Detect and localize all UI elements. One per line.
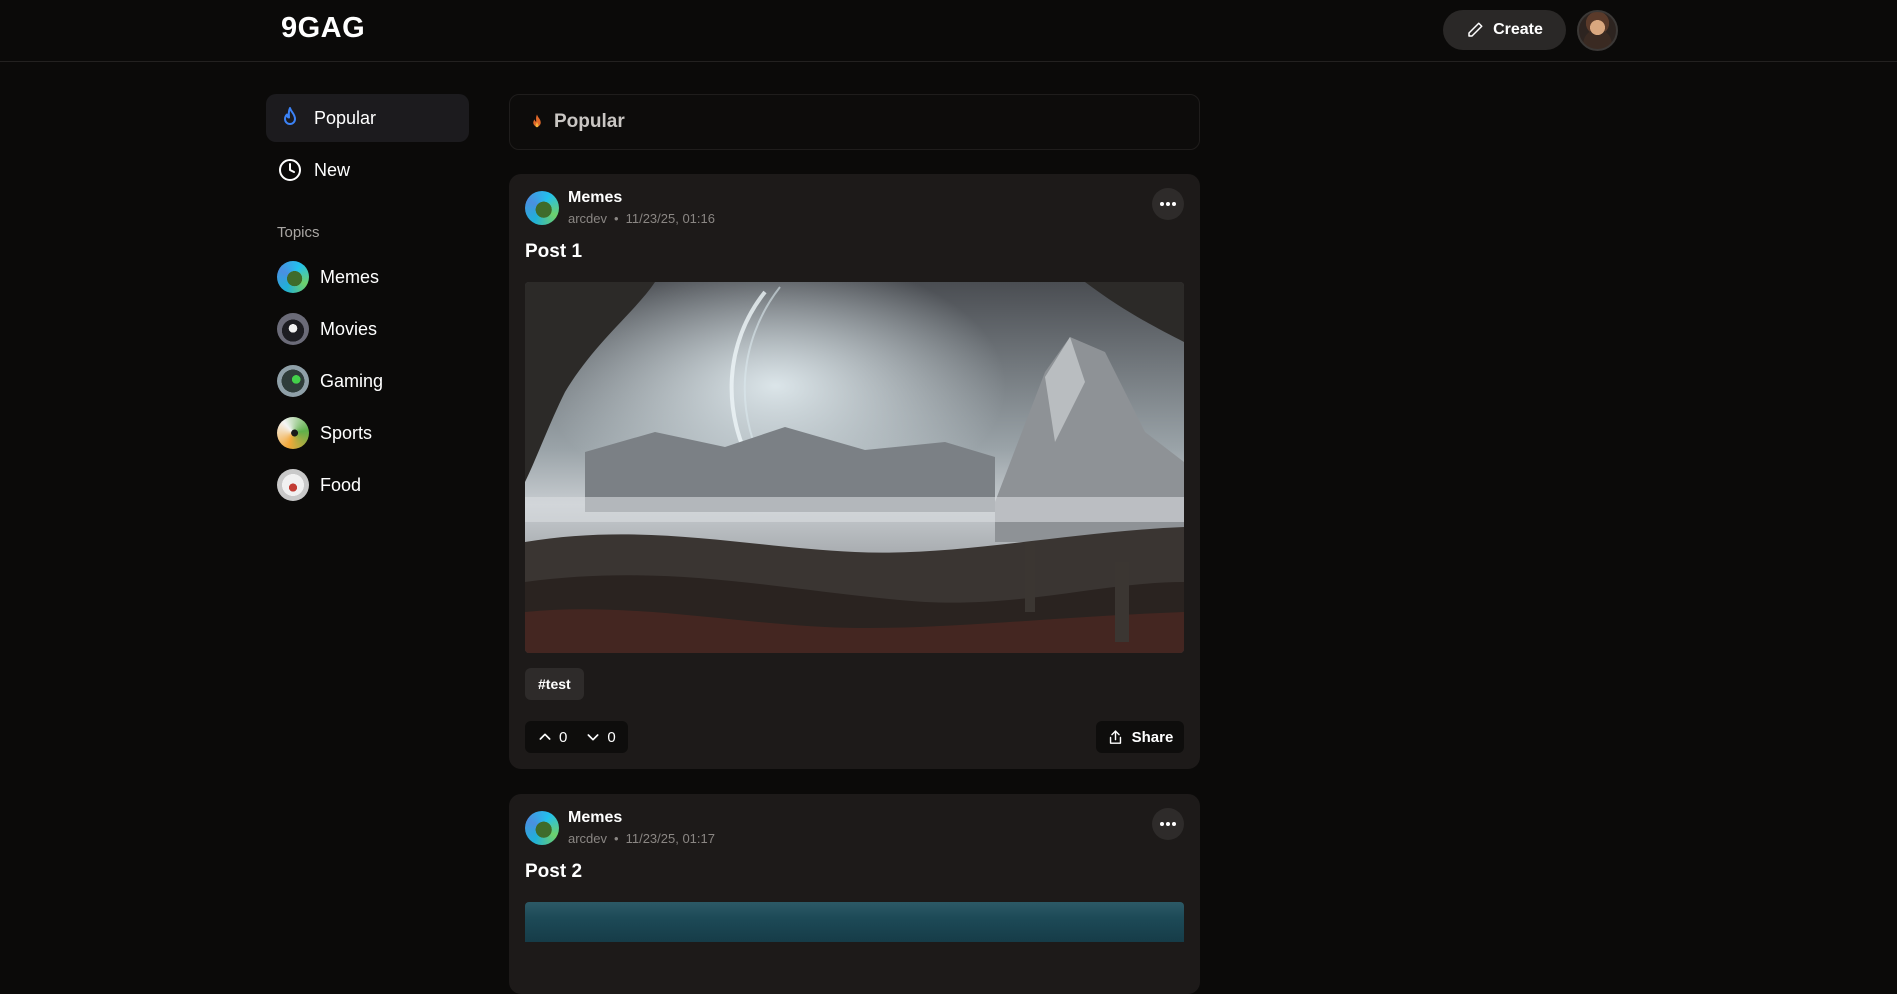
downvote-button[interactable]: 0	[585, 728, 616, 746]
post-topic-avatar[interactable]	[525, 811, 559, 845]
post-topic-avatar[interactable]	[525, 191, 559, 225]
post-timestamp: 11/23/25, 01:17	[625, 831, 715, 846]
topic-label: Gaming	[320, 370, 384, 391]
chevron-up-icon	[539, 733, 551, 740]
upvote-count: 0	[559, 728, 568, 746]
topic-avatar	[277, 417, 309, 449]
topic-item-memes[interactable]: Memes	[277, 259, 379, 295]
sidebar-item-popular[interactable]: Popular	[266, 94, 469, 142]
topic-label: Food	[320, 474, 362, 495]
topic-avatar	[277, 365, 309, 397]
meta-separator: •	[614, 831, 619, 846]
post-timestamp: 11/23/25, 01:16	[625, 211, 715, 226]
create-button-label: Create	[1493, 21, 1543, 38]
post-title[interactable]: Post 1	[525, 241, 582, 263]
post-meta: arcdev • 11/23/25, 01:17	[568, 831, 715, 846]
share-button[interactable]: Share	[1096, 721, 1184, 753]
sidebar-item-label: New	[314, 159, 351, 180]
landscape-image	[525, 282, 1184, 653]
topic-item-gaming[interactable]: Gaming	[277, 363, 383, 399]
more-horizontal-icon	[1160, 202, 1176, 206]
sidebar-item-label: Popular	[314, 107, 377, 128]
upvote-button[interactable]: 0	[537, 729, 567, 746]
create-button[interactable]: Create	[1443, 10, 1566, 50]
topic-avatar	[277, 313, 309, 345]
post-image[interactable]	[525, 282, 1184, 653]
post-author[interactable]: arcdev	[568, 831, 607, 846]
logo[interactable]: 9GAG	[281, 12, 365, 45]
post-meta: arcdev • 11/23/25, 01:16	[568, 211, 715, 226]
sidebar-item-new[interactable]: New	[266, 146, 469, 194]
topic-avatar	[277, 261, 309, 293]
post-topic[interactable]: Memes	[568, 189, 622, 207]
chevron-down-icon	[587, 734, 599, 741]
topics-heading: Topics	[277, 224, 320, 241]
topic-label: Sports	[320, 422, 373, 443]
topic-item-movies[interactable]: Movies	[277, 311, 377, 347]
feed-heading-label: Popular	[554, 111, 625, 132]
post-topic[interactable]: Memes	[568, 809, 622, 827]
flame-icon	[284, 107, 296, 125]
downvote-count: 0	[607, 728, 616, 746]
pencil-icon	[1468, 22, 1483, 37]
more-options-button[interactable]	[1152, 808, 1184, 840]
post-title[interactable]: Post 2	[525, 861, 582, 883]
topic-label: Movies	[320, 318, 378, 339]
topic-item-sports[interactable]: Sports	[277, 415, 372, 451]
post-card: Memes arcdev • 11/23/25, 01:17 Post 2	[509, 794, 1200, 994]
user-avatar[interactable]	[1577, 10, 1618, 51]
clock-icon	[279, 159, 301, 181]
post-image[interactable]	[525, 902, 1184, 942]
post-card: Memes arcdev • 11/23/25, 01:16 Post 1 #t…	[509, 174, 1200, 769]
vote-controls: 0 0	[525, 721, 628, 753]
post-author[interactable]: arcdev	[568, 211, 607, 226]
top-bar: 9GAG Create	[0, 0, 1897, 62]
share-label: Share	[1131, 728, 1174, 746]
share-icon	[1109, 729, 1121, 744]
feed-heading: Popular	[509, 94, 1200, 150]
meta-separator: •	[614, 211, 619, 226]
post-tag[interactable]: #test	[525, 668, 584, 700]
more-options-button[interactable]	[1152, 188, 1184, 220]
more-horizontal-icon	[1160, 822, 1176, 826]
flame-icon	[533, 114, 541, 128]
topic-item-food[interactable]: Food	[277, 467, 361, 503]
topic-avatar	[277, 469, 309, 501]
topic-label: Memes	[320, 266, 380, 287]
